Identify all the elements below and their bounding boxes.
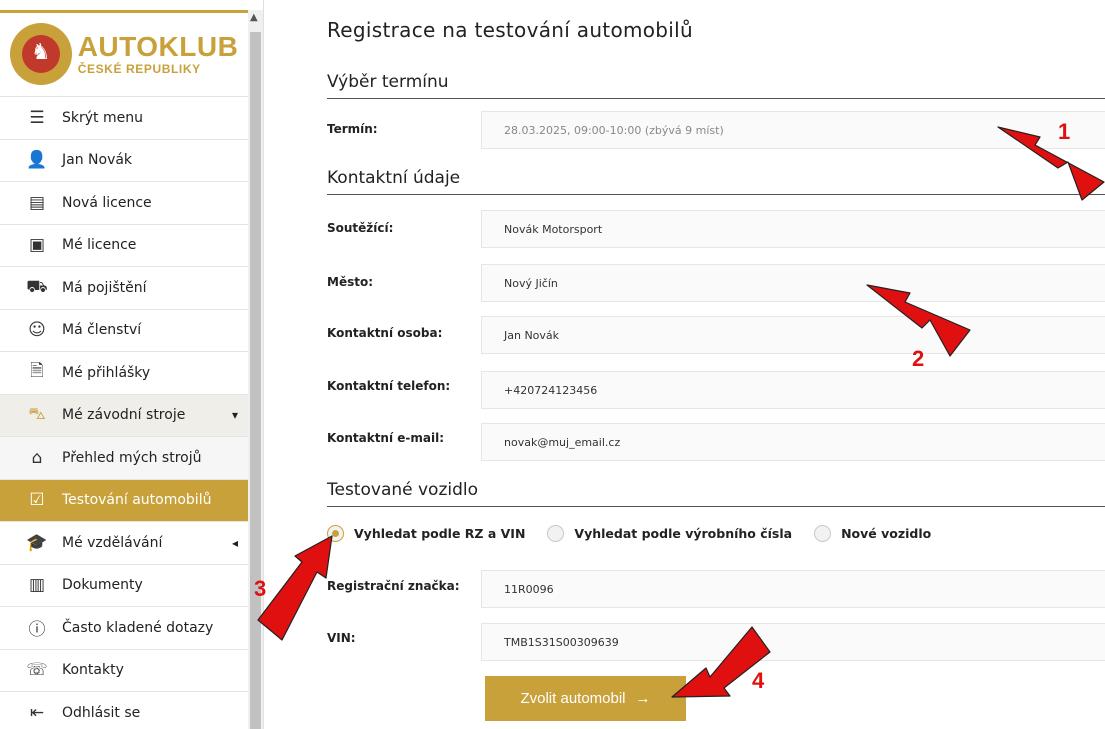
radio-label-serial[interactable]: Vyhledat podle výrobního čísla bbox=[574, 526, 792, 541]
car-icon: ⛍ bbox=[28, 404, 46, 425]
documents-icon: ▥ bbox=[28, 575, 46, 596]
logo-seal-icon: ♞ bbox=[9, 23, 72, 85]
menu-item-my-licenses[interactable]: ▣ Mé licence bbox=[0, 223, 248, 267]
scroll-up-icon[interactable]: ▲ bbox=[250, 12, 258, 23]
telefon-field[interactable]: +420724123456 bbox=[481, 371, 1105, 409]
label-rz: Registrační značka: bbox=[327, 579, 460, 593]
radio-new-vehicle[interactable] bbox=[814, 525, 832, 542]
mesto-field[interactable]: Nový Jičín bbox=[481, 264, 1105, 302]
registration-plate-field[interactable]: 11R0096 bbox=[481, 570, 1105, 608]
radio-serial-number[interactable] bbox=[547, 525, 565, 542]
choose-car-button[interactable]: Zvolit automobil → bbox=[485, 676, 686, 721]
user-icon: 👤 bbox=[26, 150, 48, 171]
menu-item-machines-overview[interactable]: ⌂ Přehled mých strojů bbox=[0, 436, 248, 479]
menu-item-documents[interactable]: ▥ Dokumenty bbox=[0, 563, 248, 607]
sidebar: ♞ AUTOKLUB ČESKÉ REPUBLIKY ☰ Skrýt menu … bbox=[0, 0, 264, 729]
radio-rz-vin[interactable] bbox=[327, 525, 344, 542]
menu-item-logout[interactable]: ⇤ Odhlásit se bbox=[0, 691, 248, 729]
scrollbar-thumb[interactable] bbox=[250, 32, 261, 729]
question-icon: ⓘ bbox=[28, 620, 46, 641]
radio-label-rz-vin[interactable]: Vyhledat podle RZ a VIN bbox=[354, 526, 525, 541]
logo-subtitle: ČESKÉ REPUBLIKY bbox=[77, 62, 201, 76]
termin-select[interactable]: 28.03.2025, 09:00-10:00 (zbývá 9 míst) bbox=[481, 111, 1105, 149]
menu-list-icon: ☰ bbox=[29, 107, 45, 128]
soutezici-field[interactable]: Novák Motorsport bbox=[481, 210, 1105, 248]
new-license-icon: ▤ bbox=[28, 192, 46, 213]
menu-item-car-testing[interactable]: ☑ Testování automobilů bbox=[0, 478, 248, 521]
label-email: Kontaktní e-mail: bbox=[327, 431, 445, 445]
menu-item-education[interactable]: 🎓 Mé vzdělávání ◂ bbox=[0, 521, 248, 564]
label-mesto: Město: bbox=[327, 275, 374, 289]
search-mode-radios: Vyhledat podle RZ a VIN Vyhledat podle v… bbox=[327, 525, 953, 542]
label-osoba: Kontaktní osoba: bbox=[327, 326, 443, 340]
logout-icon: ⇤ bbox=[29, 702, 45, 723]
menu-item-applications[interactable]: 🗎 Mé přihlášky bbox=[0, 351, 248, 394]
label-soutezici: Soutěžící: bbox=[327, 221, 394, 235]
members-icon: ☺ bbox=[28, 320, 46, 341]
section-heading-contact: Kontaktní údaje bbox=[327, 168, 1105, 195]
menu-item-hide-menu[interactable]: ☰ Skrýt menu bbox=[0, 96, 248, 139]
autoklub-logo[interactable]: ♞ AUTOKLUB ČESKÉ REPUBLIKY bbox=[0, 13, 248, 95]
annotation-number-2: 2 bbox=[912, 346, 925, 371]
radio-label-new[interactable]: Nové vozidlo bbox=[841, 526, 931, 541]
contacts-icon: ☏ bbox=[26, 660, 48, 681]
main-content: Registrace na testování automobilů Výběr… bbox=[293, 0, 1105, 729]
section-heading-vehicle: Testované vozidlo bbox=[327, 480, 1105, 507]
menu-item-new-license[interactable]: ▤ Nová licence bbox=[0, 181, 248, 224]
chevron-down-icon: ▾ bbox=[231, 408, 238, 423]
annotation-number-3: 3 bbox=[254, 576, 267, 601]
chevron-left-icon: ◂ bbox=[231, 535, 238, 550]
arrow-right-icon: → bbox=[635, 690, 651, 707]
license-card-icon: ▣ bbox=[28, 235, 46, 256]
menu-item-faq[interactable]: ⓘ Často kladené dotazy bbox=[0, 606, 248, 649]
section-heading-date: Výběr termínu bbox=[327, 72, 1105, 99]
menu-item-contacts[interactable]: ☏ Kontakty bbox=[0, 648, 248, 692]
email-field[interactable]: novak@muj_email.cz bbox=[481, 423, 1105, 461]
annotation-number-4: 4 bbox=[752, 668, 765, 693]
label-termin: Termín: bbox=[327, 122, 378, 136]
page-title: Registrace na testování automobilů bbox=[327, 18, 693, 42]
annotation-number-1: 1 bbox=[1058, 119, 1071, 144]
menu-item-insurance[interactable]: ⛟ Má pojištění bbox=[0, 266, 248, 309]
graduation-cap-icon: 🎓 bbox=[26, 532, 48, 553]
vin-field[interactable]: TMB1S31S00309639 bbox=[481, 623, 1105, 661]
label-vin: VIN: bbox=[327, 631, 356, 645]
logo-title: AUTOKLUB bbox=[77, 31, 239, 62]
document-icon: 🗎 bbox=[30, 361, 44, 382]
osoba-field[interactable]: Jan Novák bbox=[481, 316, 1105, 354]
sidebar-scrollbar[interactable]: ▲ bbox=[248, 10, 263, 729]
label-telefon: Kontaktní telefon: bbox=[327, 379, 451, 393]
garage-icon: ⌂ bbox=[31, 447, 43, 468]
sidebar-menu: ☰ Skrýt menu 👤 Jan Novák ▤ Nová licence … bbox=[0, 96, 248, 729]
choose-car-label: Zvolit automobil bbox=[520, 690, 626, 707]
insurance-icon: ⛟ bbox=[26, 276, 48, 297]
menu-item-race-machines[interactable]: ⛍ Mé závodní stroje ▾ bbox=[0, 393, 248, 436]
checklist-icon: ☑ bbox=[29, 490, 45, 511]
menu-item-membership[interactable]: ☺ Má členství bbox=[0, 308, 248, 352]
menu-item-user[interactable]: 👤 Jan Novák bbox=[0, 138, 248, 182]
